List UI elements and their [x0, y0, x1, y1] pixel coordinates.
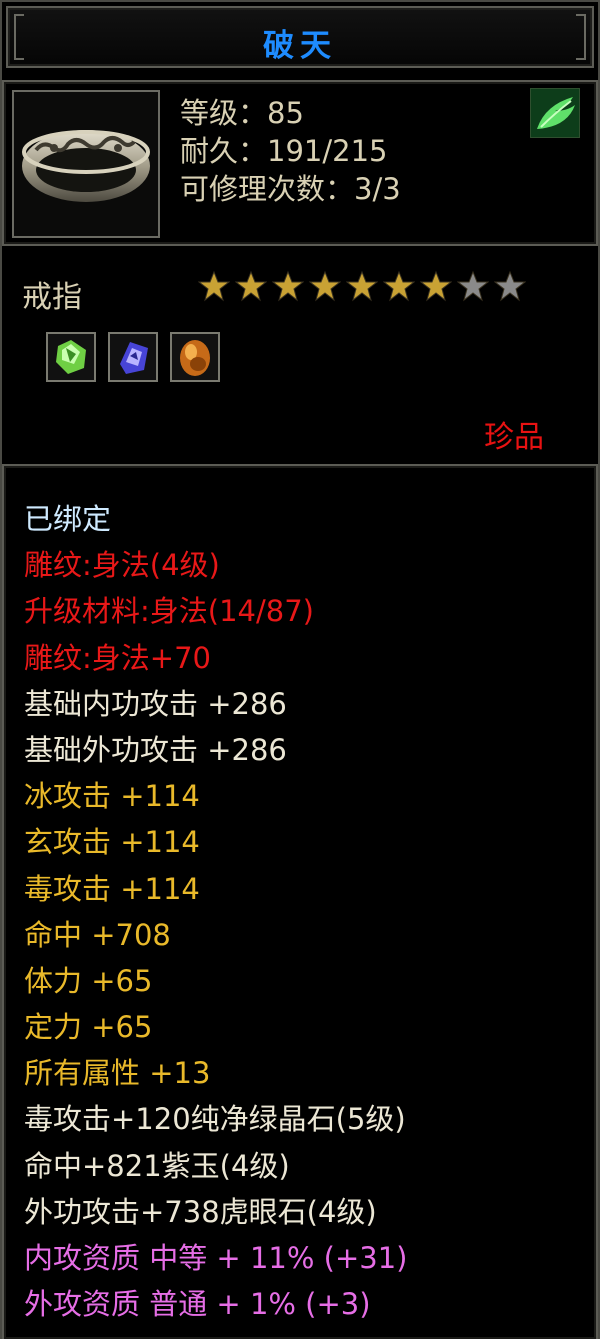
star-filled-icon [235, 270, 267, 302]
property-list: 已绑定雕纹:身法(4级) 升级材料:身法(14/87) 雕纹:身法+70 基础内功攻击… [24, 496, 407, 1327]
item-type-label: 戒指 [22, 280, 82, 315]
property-line: 雕纹:身法(4级) [24, 548, 220, 583]
level-text: 等级：85 [180, 96, 304, 130]
property-line: 基础外功攻击 +286 [24, 732, 287, 767]
star-filled-icon [198, 270, 230, 302]
property-line: 外功攻击+738虎眼石(4级) [24, 1194, 377, 1229]
property-line: 内攻资质 中等 + 11% (+31) [24, 1241, 408, 1275]
star-filled-icon [272, 270, 304, 302]
star-rating [198, 270, 526, 302]
star-filled-icon [383, 270, 415, 302]
item-name: 破天 [263, 28, 337, 64]
ring-icon [12, 90, 160, 238]
item-tooltip: 破天 等级：85 耐久：191/215 可修理次数：3/3 戒指 珍品 已绑定 … [0, 0, 600, 1339]
star-filled-icon [346, 270, 378, 302]
property-line: 毒攻击+120纯净绿晶石(5级) [24, 1102, 406, 1137]
property-line: 雕纹:身法+70 [24, 640, 211, 675]
purple-jade-gem-icon [108, 332, 158, 382]
property-line: 定力 +65 [24, 1010, 153, 1045]
rarity-label: 珍品 [484, 420, 544, 455]
property-line: 所有属性 +13 [24, 1056, 211, 1091]
property-line: 升级材料:身法(14/87) [24, 594, 314, 629]
property-line: 命中+821紫玉(4级) [24, 1148, 290, 1183]
property-line: 基础内功攻击 +286 [24, 686, 287, 721]
repair-count-text: 可修理次数：3/3 [180, 172, 401, 206]
tiger-eye-gem-icon [170, 332, 220, 382]
item-header-panel: 等级：85 耐久：191/215 可修理次数：3/3 [2, 80, 598, 246]
property-line: 毒攻击 +114 [24, 871, 200, 906]
property-line: 冰攻击 +114 [24, 779, 200, 814]
property-line: 外攻资质 普通 + 1% (+3) [24, 1287, 371, 1322]
property-line: 已绑定 [24, 502, 112, 536]
star-filled-icon [309, 270, 341, 302]
property-line: 体力 +65 [24, 963, 153, 998]
star-empty-icon [494, 270, 526, 302]
star-empty-icon [457, 270, 489, 302]
property-line: 命中 +708 [24, 917, 171, 952]
durability-text: 耐久：191/215 [180, 134, 388, 168]
wind-leaf-icon [530, 88, 580, 138]
property-line: 玄攻击 +114 [24, 825, 200, 860]
title-bar: 破天 [6, 6, 594, 68]
green-crystal-gem-icon [46, 332, 96, 382]
properties-panel: 已绑定雕纹:身法(4级) 升级材料:身法(14/87) 雕纹:身法+70 基础内功攻击… [2, 464, 598, 1339]
star-filled-icon [420, 270, 452, 302]
socketed-gems [46, 332, 220, 382]
